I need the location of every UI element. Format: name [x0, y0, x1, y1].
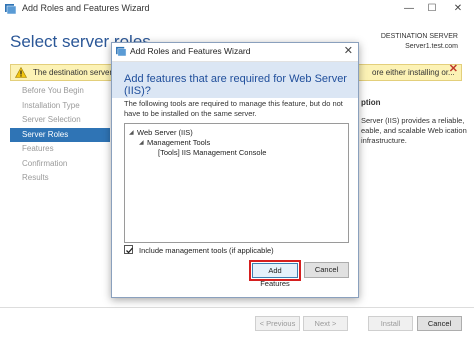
warning-close-icon[interactable]: ✕ — [449, 62, 458, 75]
destination-server: DESTINATION SERVER Server1.test.com — [381, 32, 458, 52]
dialog-titlebar: Add Roles and Features Wizard ✕ — [112, 43, 358, 62]
description-text: Server (IIS) provides a reliable, eable,… — [361, 116, 467, 145]
footer-divider — [0, 307, 474, 308]
include-tools-label: Include management tools (if applicable) — [139, 246, 274, 255]
server-manager-icon — [5, 4, 17, 14]
tree-item-web-server[interactable]: Web Server (IIS) — [137, 128, 193, 137]
destination-server-name: Server1.test.com — [405, 43, 458, 50]
dialog-body-text: The following tools are required to mana… — [124, 99, 343, 118]
nav-item-features[interactable]: Features — [10, 142, 110, 157]
dialog-heading: Add features that are required for Web S… — [124, 73, 347, 97]
dialog-title: Add Roles and Features Wizard — [130, 46, 251, 56]
window-title: Add Roles and Features Wizard — [22, 3, 150, 13]
warning-icon — [15, 67, 27, 78]
close-button[interactable]: ✕ — [447, 1, 469, 17]
nav-item-installation-type[interactable]: Installation Type — [10, 99, 110, 114]
expand-triangle-icon[interactable]: ◢ — [139, 139, 144, 146]
maximize-button[interactable]: ☐ — [421, 1, 443, 17]
nav-item-confirmation[interactable]: Confirmation — [10, 157, 110, 172]
dialog-cancel-button[interactable]: Cancel — [304, 262, 349, 278]
minimize-button[interactable]: — — [398, 1, 420, 17]
include-tools-checkbox[interactable] — [124, 245, 133, 254]
nav-item-before-you-begin[interactable]: Before You Begin — [10, 84, 110, 99]
tree-item-management-tools[interactable]: Management Tools — [147, 138, 210, 147]
tree-item-iis-management-console[interactable]: [Tools] IIS Management Console — [158, 148, 266, 157]
next-button[interactable]: Next > — [303, 316, 348, 331]
dialog-header: Add features that are required for Web S… — [112, 62, 358, 98]
description-heading: ption — [361, 98, 381, 107]
add-features-button[interactable]: Add Features — [252, 263, 298, 288]
warning-text-left: The destination server ha — [33, 68, 124, 77]
server-manager-icon — [116, 46, 127, 56]
warning-text-right: ore either installing or... — [372, 68, 455, 77]
features-tree[interactable]: ◢ Web Server (IIS) ◢ Management Tools [T… — [124, 123, 349, 243]
destination-label: DESTINATION SERVER — [380, 33, 458, 40]
checkmark-icon — [126, 247, 133, 254]
install-button[interactable]: Install — [368, 316, 413, 331]
add-features-highlight: Add Features — [249, 260, 301, 288]
nav-item-results[interactable]: Results — [10, 171, 110, 186]
dialog-close-button[interactable]: ✕ — [344, 44, 353, 57]
expand-triangle-icon[interactable]: ◢ — [129, 129, 134, 136]
window-titlebar: Add Roles and Features Wizard — ☐ ✕ — [0, 0, 474, 19]
previous-button[interactable]: < Previous — [255, 316, 300, 331]
nav-item-server-roles[interactable]: Server Roles — [10, 127, 110, 142]
wizard-nav: Before You Begin Installation Type Serve… — [10, 84, 110, 186]
add-features-dialog: Add Roles and Features Wizard ✕ Add feat… — [111, 42, 359, 298]
nav-item-server-selection[interactable]: Server Selection — [10, 113, 110, 128]
cancel-button[interactable]: Cancel — [417, 316, 462, 331]
